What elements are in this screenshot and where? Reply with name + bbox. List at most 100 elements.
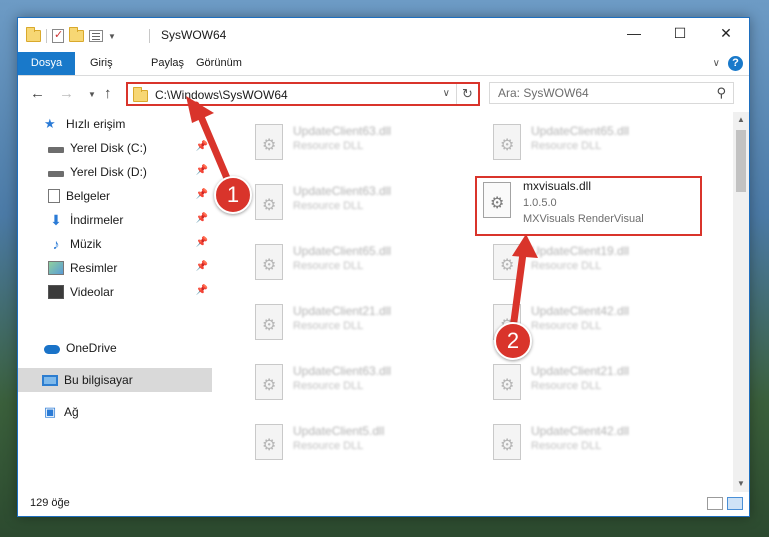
file-type: Resource DLL bbox=[531, 320, 602, 332]
window-title: SysWOW64 bbox=[161, 28, 227, 42]
item-count: 129 öğe bbox=[30, 497, 70, 509]
scroll-thumb[interactable] bbox=[736, 130, 746, 192]
file-type: Resource DLL bbox=[293, 380, 364, 392]
sidebar-item-music[interactable]: ♪ Müzik 📌 bbox=[18, 232, 212, 256]
sidebar-item-label: Yerel Disk (D:) bbox=[70, 165, 147, 179]
sidebar-item-documents[interactable]: Belgeler 📌 bbox=[18, 184, 212, 208]
properties-check-icon[interactable] bbox=[52, 28, 64, 43]
sidebar-item-pictures[interactable]: Resimler 📌 bbox=[18, 256, 212, 280]
recent-locations-icon[interactable]: ▼ bbox=[88, 90, 96, 99]
pin-icon: 📌 bbox=[195, 165, 208, 176]
file-name: UpdateClient5.dll bbox=[293, 424, 385, 438]
tab-dosya[interactable]: Dosya bbox=[18, 52, 75, 75]
star-icon: ★ bbox=[44, 116, 56, 131]
tab-giris[interactable]: Giriş bbox=[80, 52, 123, 75]
address-bar[interactable]: C:\Windows\SysWOW64 ∨ ↻ bbox=[126, 82, 480, 106]
videos-icon bbox=[48, 285, 64, 299]
pin-icon: 📌 bbox=[195, 261, 208, 272]
file-type: Resource DLL bbox=[293, 140, 364, 152]
address-path[interactable]: C:\Windows\SysWOW64 bbox=[155, 88, 288, 102]
refresh-icon[interactable]: ↻ bbox=[456, 84, 478, 104]
search-box[interactable]: Ara: SysWOW64 ⚲ bbox=[489, 82, 734, 104]
documents-icon bbox=[48, 189, 60, 203]
sidebar-item-network[interactable]: ▣ Ağ bbox=[18, 400, 212, 424]
back-icon[interactable]: ← bbox=[30, 85, 45, 102]
file-name: UpdateClient63.dll bbox=[293, 124, 392, 138]
onedrive-icon bbox=[44, 345, 60, 354]
dll-file-icon bbox=[493, 424, 521, 460]
properties-icon[interactable] bbox=[89, 30, 103, 42]
scroll-down-icon[interactable]: ▼ bbox=[733, 476, 749, 492]
address-dropdown-icon[interactable]: ∨ bbox=[443, 88, 450, 99]
list-item[interactable]: UpdateClient65.dll Resource DLL bbox=[479, 118, 704, 174]
list-item[interactable]: UpdateClient65.dll Resource DLL bbox=[241, 238, 466, 294]
step-1-badge: 1 bbox=[214, 176, 252, 214]
pin-icon: 📌 bbox=[195, 141, 208, 152]
file-description: MXVisuals RenderVisual bbox=[523, 213, 644, 225]
sidebar-item-label: İndirmeler bbox=[70, 213, 124, 227]
file-name: UpdateClient65.dll bbox=[531, 124, 630, 138]
sidebar-item-label: Müzik bbox=[70, 237, 102, 251]
expand-ribbon-icon[interactable]: ∨ bbox=[713, 58, 720, 69]
close-button[interactable]: ✕ bbox=[703, 18, 749, 48]
sidebar-item-label: Videolar bbox=[70, 285, 114, 299]
mxvisuals-file-item[interactable]: mxvisuals.dll 1.0.5.0 MXVisuals RenderVi… bbox=[475, 176, 702, 236]
list-item[interactable]: UpdateClient63.dll Resource DLL bbox=[241, 358, 466, 414]
pin-icon: 📌 bbox=[195, 237, 208, 248]
search-input[interactable]: Ara: SysWOW64 bbox=[498, 86, 589, 100]
file-type: Resource DLL bbox=[293, 320, 364, 332]
sidebar-item-label: OneDrive bbox=[66, 341, 117, 355]
sidebar-item-disk-d[interactable]: Yerel Disk (D:) 📌 bbox=[18, 160, 212, 184]
list-item[interactable]: UpdateClient42.dll Resource DLL bbox=[479, 418, 704, 474]
pin-icon: 📌 bbox=[195, 285, 208, 296]
file-type: Resource DLL bbox=[293, 200, 364, 212]
sidebar-item-label: Hızlı erişim bbox=[66, 117, 126, 131]
sidebar-item-label: Yerel Disk (C:) bbox=[70, 141, 147, 155]
list-item[interactable]: UpdateClient21.dll Resource DLL bbox=[241, 298, 466, 354]
dll-file-icon bbox=[255, 184, 283, 220]
file-name: UpdateClient21.dll bbox=[531, 364, 630, 378]
minimize-button[interactable]: — bbox=[611, 18, 657, 48]
maximize-button[interactable]: ☐ bbox=[657, 18, 703, 48]
toolbar-divider bbox=[46, 29, 47, 43]
dll-file-icon bbox=[493, 244, 521, 280]
address-folder-icon bbox=[133, 87, 148, 102]
file-name: UpdateClient21.dll bbox=[293, 304, 392, 318]
forward-icon[interactable]: → bbox=[59, 85, 74, 102]
scroll-up-icon[interactable]: ▲ bbox=[733, 112, 749, 128]
file-name: UpdateClient19.dll bbox=[531, 244, 630, 258]
qat-dropdown-icon[interactable]: ▼ bbox=[108, 32, 116, 41]
help-icon[interactable]: ? bbox=[728, 56, 743, 71]
music-icon: ♪ bbox=[52, 236, 60, 252]
sidebar-item-quick-access[interactable]: ★ Hızlı erişim bbox=[18, 112, 212, 136]
file-type: Resource DLL bbox=[531, 440, 602, 452]
dll-file-icon bbox=[255, 124, 283, 160]
list-item[interactable]: UpdateClient63.dll Resource DLL bbox=[241, 118, 466, 174]
dll-file-icon bbox=[255, 424, 283, 460]
file-list: UpdateClient63.dll Resource DLL UpdateCl… bbox=[213, 112, 733, 492]
search-icon: ⚲ bbox=[716, 85, 726, 100]
dll-file-icon bbox=[255, 364, 283, 400]
sidebar-item-this-pc[interactable]: Bu bilgisayar bbox=[18, 368, 212, 392]
sidebar-item-onedrive[interactable]: OneDrive bbox=[18, 336, 212, 360]
navigation-bar: ← → ▼ ↑ C:\Windows\SysWOW64 ∨ ↻ Ara: Sys… bbox=[18, 77, 749, 111]
disk-icon bbox=[48, 147, 64, 153]
tab-gorunum[interactable]: Görünüm bbox=[186, 52, 252, 75]
details-view-icon[interactable] bbox=[707, 497, 723, 510]
sidebar-item-downloads[interactable]: ⬇ İndirmeler 📌 bbox=[18, 208, 212, 232]
tiles-view-icon[interactable] bbox=[727, 497, 743, 510]
new-folder-icon[interactable] bbox=[69, 27, 84, 42]
vertical-scrollbar[interactable]: ▲ ▼ bbox=[733, 112, 749, 492]
list-item[interactable]: UpdateClient5.dll Resource DLL bbox=[241, 418, 466, 474]
list-item[interactable]: UpdateClient63.dll Resource DLL bbox=[241, 178, 466, 234]
sidebar-item-label: Ağ bbox=[64, 405, 79, 419]
up-icon[interactable]: ↑ bbox=[104, 85, 112, 102]
sidebar-item-disk-c[interactable]: Yerel Disk (C:) 📌 bbox=[18, 136, 212, 160]
disk-icon bbox=[48, 171, 64, 177]
file-type: Resource DLL bbox=[293, 440, 364, 452]
list-item[interactable]: UpdateClient19.dll Resource DLL bbox=[479, 238, 704, 294]
list-item[interactable]: UpdateClient21.dll Resource DLL bbox=[479, 358, 704, 414]
sidebar-item-videos[interactable]: Videolar 📌 bbox=[18, 280, 212, 304]
pin-icon: 📌 bbox=[195, 213, 208, 224]
sidebar-item-label: Bu bilgisayar bbox=[64, 373, 133, 387]
